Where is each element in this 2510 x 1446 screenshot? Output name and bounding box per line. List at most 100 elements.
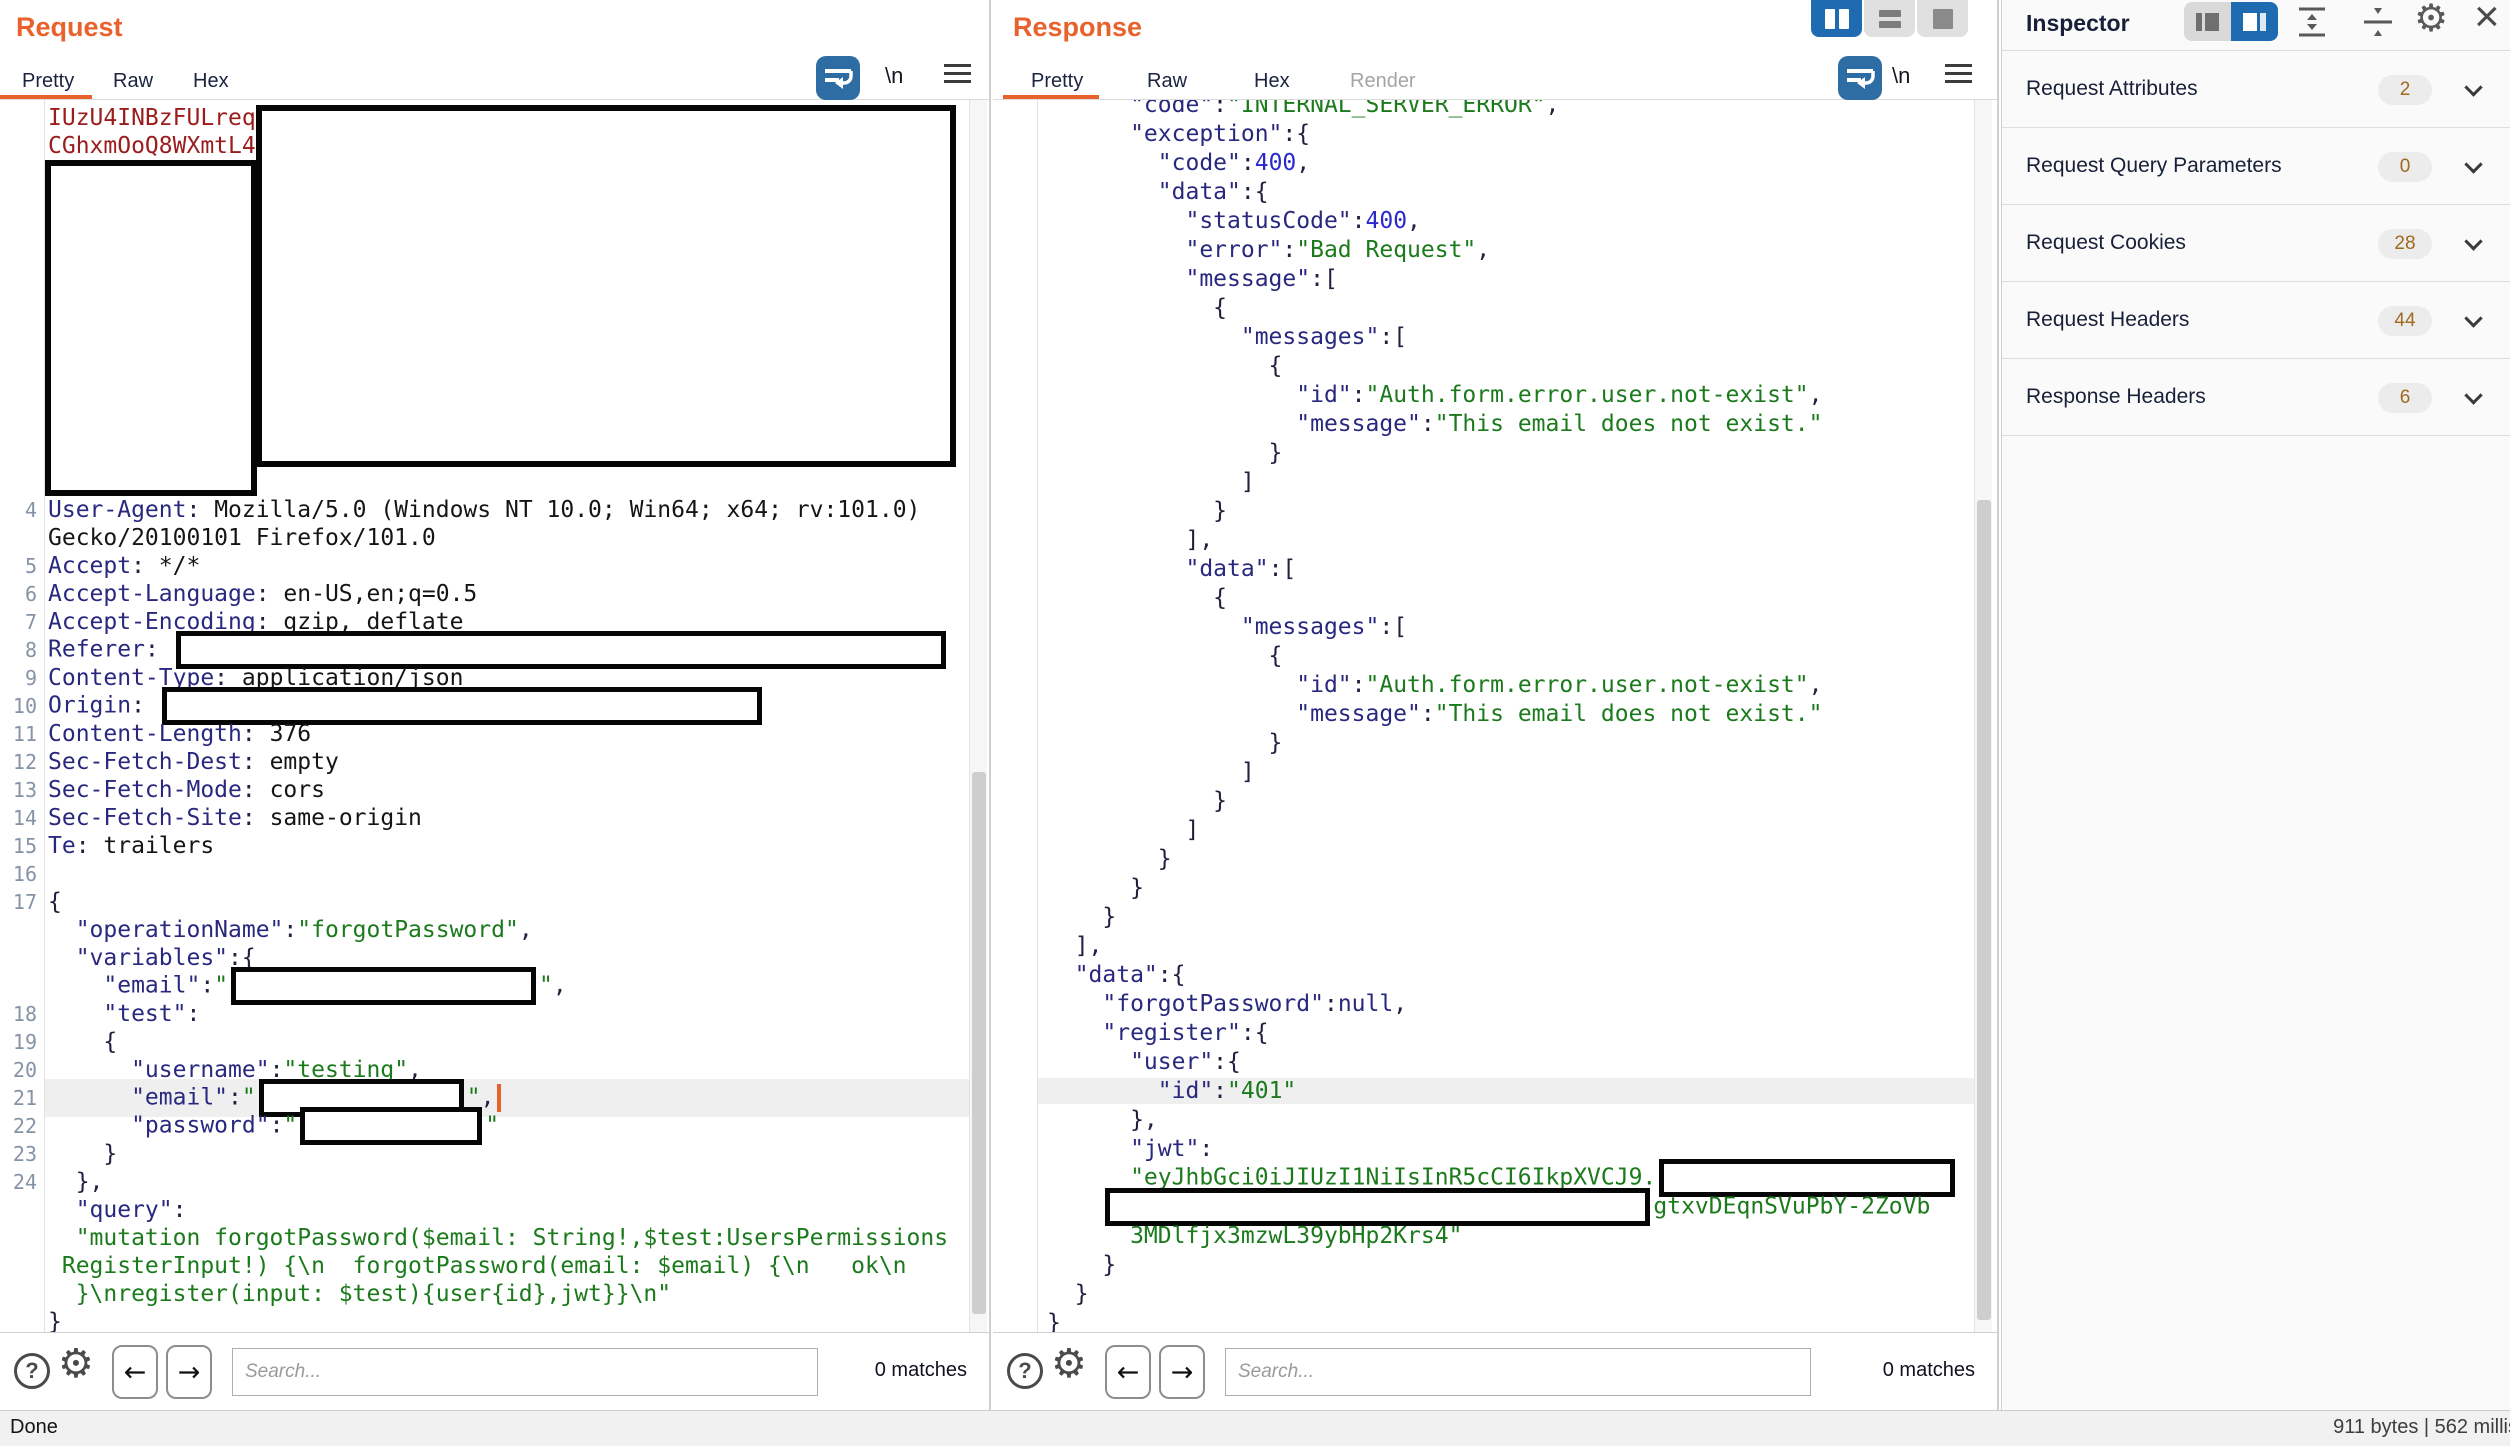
request-search-input[interactable] [232,1348,818,1396]
collapse-all-icon[interactable] [2362,6,2394,43]
line-number: 4 [0,498,44,522]
response-tab-raw[interactable]: Raw [1147,70,1187,93]
code-line: 22 "password":"" [0,1112,969,1140]
inspector-section-request-attributes[interactable]: Request Attributes2 [2002,51,2510,128]
section-label: Request Attributes [2026,77,2198,101]
section-count-badge: 0 [2378,152,2432,182]
chevron-down-icon[interactable] [2464,232,2482,250]
code-line: } [993,844,1974,873]
response-panel-title: Response [1013,12,1142,43]
code-line: "message":[ [993,264,1974,293]
response-editor[interactable]: "code":"INTERNAL_SERVER_ERROR", "excepti… [993,100,1974,1332]
response-menu-icon[interactable] [1945,64,1972,88]
code-line: 10Origin: [0,692,969,720]
section-label: Request Headers [2026,308,2189,332]
word-wrap-toggle-icon[interactable] [816,56,860,100]
chevron-down-icon[interactable] [2464,155,2482,173]
layout-single-button[interactable] [1917,0,1968,37]
request-tab-raw[interactable]: Raw [113,70,153,93]
chevron-down-icon[interactable] [2464,309,2482,327]
response-search-bar: ? ⚙ ← → 0 matches [993,1332,1997,1410]
inspector-title: Inspector [2026,10,2130,37]
code-line: { [993,293,1974,322]
line-number: 19 [0,1030,44,1054]
line-number: 5 [0,554,44,578]
section-count-badge: 28 [2378,229,2432,259]
code-line: 17{ [0,888,969,916]
redaction-box [162,687,762,725]
code-line: } [993,496,1974,525]
inspector-close-icon[interactable]: × [2474,0,2500,42]
newline-display-toggle[interactable]: \n [1892,63,1910,89]
request-panel-title: Request [16,12,123,43]
code-line: } [0,1308,969,1332]
inspector-settings-gear-icon[interactable]: ⚙ [2414,0,2448,40]
inspector-section-response-headers[interactable]: Response Headers6 [2002,359,2510,436]
code-line: 15Te: trailers [0,832,969,860]
code-line: "statusCode":400, [993,206,1974,235]
code-line: ], [993,525,1974,554]
response-tab-render[interactable]: Render [1350,70,1416,93]
request-tab-hex[interactable]: Hex [193,70,229,93]
newline-display-toggle[interactable]: \n [885,63,903,89]
dock-right-button[interactable] [2231,2,2278,41]
request-search-bar: ? ⚙ ← → 0 matches [0,1332,989,1410]
response-tab-hex[interactable]: Hex [1254,70,1290,93]
line-number: 10 [0,694,44,718]
code-line: } [993,438,1974,467]
previous-match-button[interactable]: ← [1105,1345,1151,1399]
inspector-section-request-cookies[interactable]: Request Cookies28 [2002,205,2510,282]
line-number: 17 [0,890,44,914]
line-number: 15 [0,834,44,858]
redaction-box [45,160,257,496]
section-label: Request Query Parameters [2026,154,2282,178]
request-tab-pretty[interactable]: Pretty [22,70,74,93]
response-tab-pretty[interactable]: Pretty [1031,70,1083,93]
inspector-panel: Inspector Request Attributes2Request Que… [2001,0,2510,1410]
code-line: gtxvDEqnSVuPbY-2ZoVb [993,1192,1974,1221]
code-line: "data":[ [993,554,1974,583]
code-line: "register":{ [993,1018,1974,1047]
redaction-box [176,631,946,669]
response-search-input[interactable] [1225,1348,1811,1396]
request-scrollbar[interactable] [969,100,987,1332]
word-wrap-toggle-icon[interactable] [1838,56,1882,100]
code-line: { [993,351,1974,380]
code-line: ] [993,815,1974,844]
code-line: "email":"", [0,972,969,1000]
code-line: { [993,641,1974,670]
code-line: "exception":{ [993,119,1974,148]
inspector-section-request-headers[interactable]: Request Headers44 [2002,282,2510,359]
chevron-down-icon[interactable] [2464,78,2482,96]
request-menu-icon[interactable] [944,64,971,88]
request-editor[interactable]: IUzU4INBzFULreqCGhxmOoQ8WXmtL44User-Agen… [0,100,969,1332]
code-line: 13Sec-Fetch-Mode: cors [0,776,969,804]
line-number: 21 [0,1086,44,1110]
code-line: ], [993,931,1974,960]
code-line: }, [993,1105,1974,1134]
layout-stacked-button[interactable] [1864,0,1915,37]
previous-match-button[interactable]: ← [112,1345,158,1399]
response-panel: Response Pretty Raw Hex Render \n "code"… [993,0,1999,1410]
line-number: 8 [0,638,44,662]
chevron-down-icon[interactable] [2464,386,2482,404]
help-icon[interactable]: ? [14,1353,50,1389]
code-line: "data":{ [993,177,1974,206]
line-number: 14 [0,806,44,830]
code-line: "error":"Bad Request", [993,235,1974,264]
layout-side-by-side-button[interactable] [1811,0,1862,37]
response-scrollbar[interactable] [1974,100,1992,1332]
code-line: } [993,786,1974,815]
redaction-box [256,105,956,467]
next-match-button[interactable]: → [1159,1345,1205,1399]
expand-all-icon[interactable] [2296,6,2328,43]
dock-left-button[interactable] [2184,2,2231,41]
response-match-count: 0 matches [1883,1359,1975,1382]
code-line: ] [993,757,1974,786]
help-icon[interactable]: ? [1007,1353,1043,1389]
code-line: 19 { [0,1028,969,1056]
next-match-button[interactable]: → [166,1345,212,1399]
inspector-section-request-query-parameters[interactable]: Request Query Parameters 0 [2002,128,2510,205]
search-settings-gear-icon[interactable]: ⚙ [1051,1341,1087,1387]
search-settings-gear-icon[interactable]: ⚙ [58,1341,94,1387]
